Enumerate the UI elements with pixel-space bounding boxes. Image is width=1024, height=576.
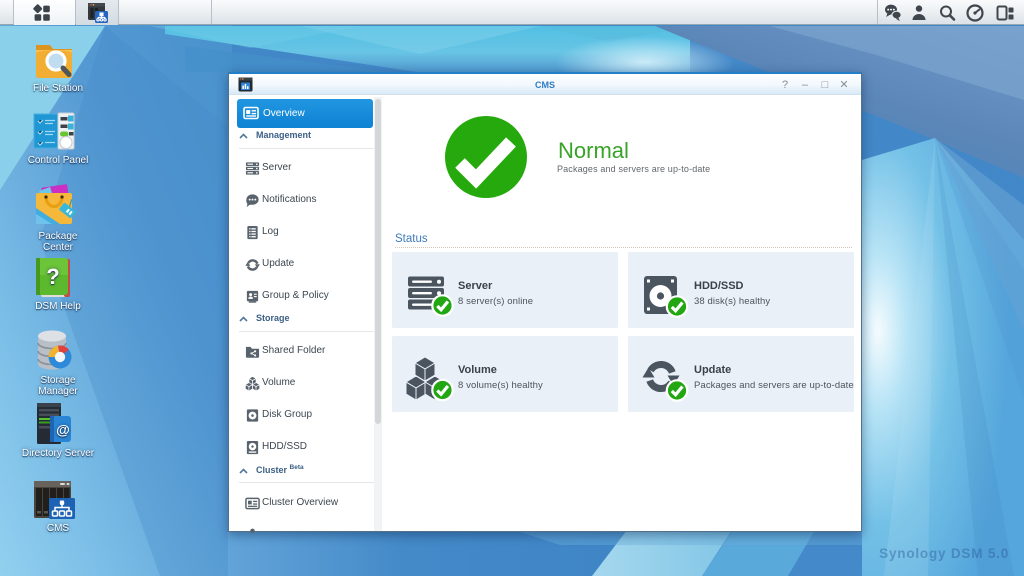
svg-text:?: ? bbox=[46, 264, 59, 289]
svg-text:@: @ bbox=[56, 422, 70, 438]
